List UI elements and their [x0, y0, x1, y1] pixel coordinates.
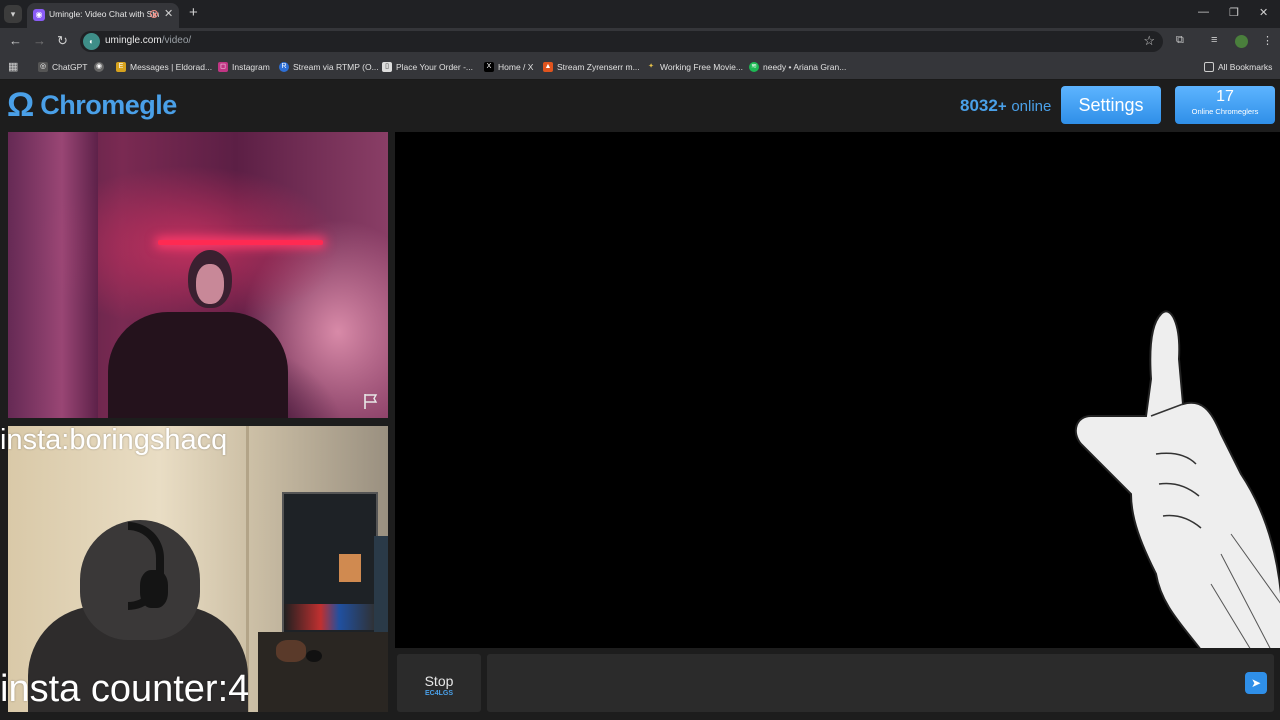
video-led-strip — [158, 240, 323, 245]
app-header: Ω Chromegle 8032+ online Settings 17 Onl… — [0, 80, 1280, 130]
instagram-icon: ◻ — [218, 62, 228, 72]
profile-avatar-icon[interactable] — [1235, 35, 1248, 48]
forward-icon[interactable]: → — [33, 33, 46, 48]
window-close-icon[interactable]: ✕ — [1259, 6, 1268, 19]
url-text[interactable]: umingle.com/video/ — [105, 35, 191, 46]
chat-message-input[interactable] — [487, 654, 1274, 712]
spotify-icon: ≋ — [749, 62, 759, 72]
video-user-hand — [276, 640, 306, 662]
online-chromeglers-button[interactable]: 17 Online Chromeglers — [1175, 86, 1275, 124]
bookmark-place-order[interactable]: ▯ Place Your Order -... — [382, 59, 473, 75]
reload-icon[interactable]: ↻ — [57, 33, 68, 49]
restream-icon: R — [279, 62, 289, 72]
video-monitor-strip — [284, 604, 376, 630]
site-info-icon[interactable]: ◐ — [83, 33, 100, 50]
insta-counter-overlay: insta counter:4 — [0, 668, 250, 710]
chatgpt-icon: ◎ — [38, 62, 48, 72]
bookmark-globe[interactable]: ◉ — [94, 59, 104, 75]
video-monitor-thumbnail — [339, 554, 361, 582]
movie-icon: ✦ — [648, 63, 654, 70]
video-person-face — [196, 264, 224, 304]
bookmark-instagram[interactable]: ◻ Instagram — [218, 59, 270, 75]
back-icon[interactable]: ← — [9, 33, 22, 48]
eldorado-icon: E — [116, 62, 126, 72]
bookmark-stream[interactable]: ▲ Stream Zyrenserr m... — [543, 59, 640, 75]
all-bookmarks[interactable]: All Bookmarks — [1204, 59, 1272, 75]
report-flag-icon[interactable] — [362, 392, 380, 410]
stranger-video-area — [395, 132, 1280, 648]
tab-title: Umingle: Video Chat with Strangers — [49, 9, 159, 19]
restore-icon[interactable]: ❐ — [1229, 6, 1239, 19]
bookmark-eldorado[interactable]: E Messages | Eldorad... — [116, 59, 212, 75]
video-curtain — [8, 132, 98, 418]
bookmark-rtmp[interactable]: R Stream via RTMP (O... — [279, 59, 379, 75]
chromegle-logo[interactable]: Ω Chromegle — [7, 87, 177, 123]
chromeglers-count: 17 — [1216, 88, 1234, 105]
headphone-cup — [140, 570, 168, 608]
settings-button[interactable]: Settings — [1061, 86, 1161, 124]
bookmarks-bar: ▦ ◎ ChatGPT ◉ E Messages | Eldorad... ◻ Ins… — [0, 55, 1280, 80]
send-icon[interactable]: ➤ — [1245, 672, 1267, 694]
bookmark-x[interactable]: X Home / X — [484, 59, 533, 75]
remote-video-feed — [8, 132, 388, 418]
browser-tabstrip: ▾ ◉ Umingle: Video Chat with Strangers ✕… — [0, 0, 1280, 28]
bookmark-spotify[interactable]: ≋ needy • Ariana Gran... — [749, 59, 846, 75]
stop-button[interactable]: Stop EC4LGS — [397, 654, 481, 712]
x-logo-icon: X — [484, 62, 494, 72]
online-count: 8032+ online — [960, 96, 1052, 115]
pointing-hand-image — [1074, 310, 1280, 648]
video-mouse — [306, 650, 322, 662]
video-person-body — [108, 312, 288, 418]
media-controls-icon[interactable]: ≡ — [1211, 34, 1217, 46]
stop-shortcut-label: EC4LGS — [424, 690, 453, 697]
browser-tab-active[interactable]: ◉ Umingle: Video Chat with Strangers ✕ — [27, 3, 179, 28]
minimize-icon[interactable]: — — [1198, 6, 1209, 18]
logo-text: Chromegle — [40, 89, 177, 120]
extensions-icon[interactable]: ⧉ — [1176, 34, 1184, 47]
bookmark-movies[interactable]: ✦ Working Free Movie... — [646, 59, 743, 75]
globe-icon: ◉ — [94, 62, 104, 72]
video-monitor — [282, 492, 378, 646]
browser-toolbar: ← → ↻ ◐ umingle.com/video/ ☆ ⧉ ≡ ⋮ — [0, 28, 1280, 55]
folder-icon — [1204, 62, 1214, 72]
tab-search-button[interactable]: ▾ — [4, 5, 22, 23]
omega-logo-icon: Ω — [7, 86, 35, 124]
tab-close-icon[interactable]: ✕ — [164, 7, 173, 20]
umingle-favicon-icon: ◉ — [33, 9, 45, 21]
menu-kebab-icon[interactable]: ⋮ — [1262, 34, 1273, 47]
page-icon: ▯ — [382, 62, 392, 72]
bookmark-star-icon[interactable]: ☆ — [1143, 33, 1155, 49]
stop-label: Stop — [424, 673, 454, 689]
chat-controls: Stop EC4LGS ➤ — [395, 650, 1280, 720]
recording-indicator-icon — [150, 10, 158, 18]
apps-grid-icon[interactable]: ▦ — [8, 60, 18, 73]
bookmark-chatgpt[interactable]: ◎ ChatGPT — [38, 59, 87, 75]
insta-handle-overlay: insta:boringshacq — [0, 424, 228, 456]
address-bar[interactable]: ◐ umingle.com/video/ ☆ — [80, 31, 1163, 52]
chromeglers-label: Online Chromeglers — [1191, 107, 1259, 116]
new-tab-button[interactable]: + — [189, 4, 198, 21]
stream-icon: ▲ — [543, 62, 553, 72]
